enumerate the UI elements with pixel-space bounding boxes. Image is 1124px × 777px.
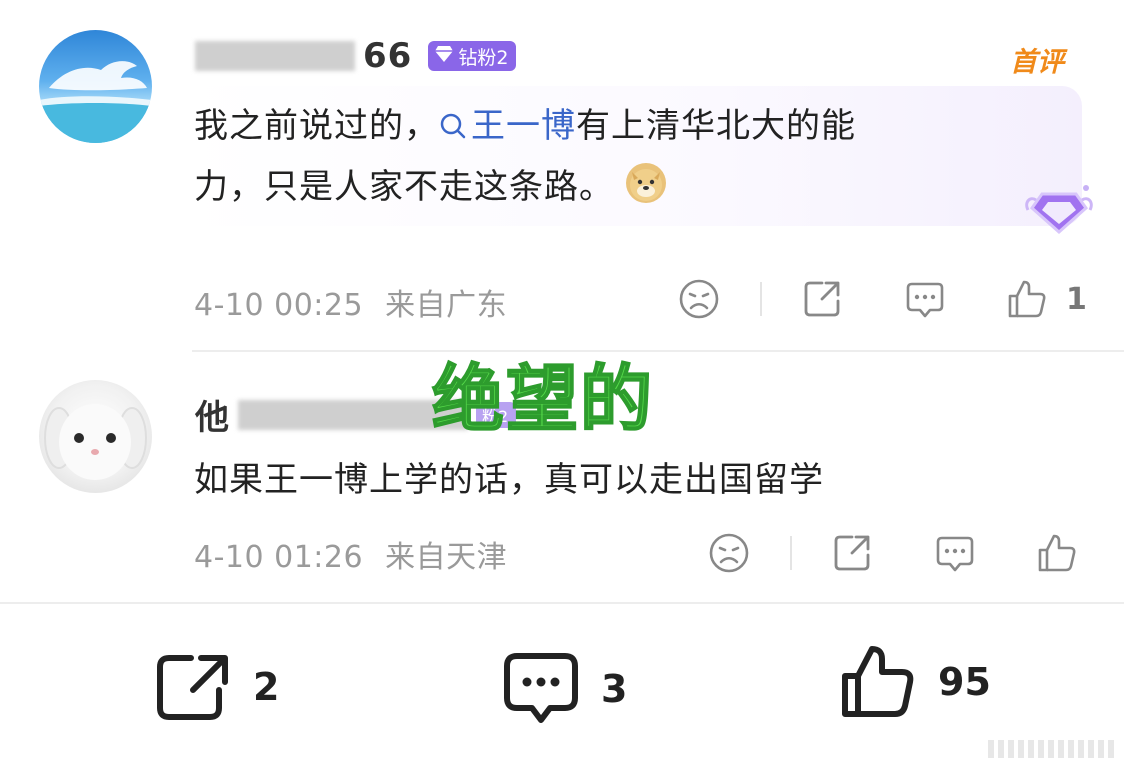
share-count: 2	[253, 665, 280, 709]
thumbs-up-icon[interactable]	[1006, 278, 1048, 320]
like-count: 1	[1066, 281, 1087, 317]
badge-label: 钻粉2	[458, 46, 509, 69]
share-icon	[155, 652, 231, 722]
whale-cloud-icon	[39, 61, 152, 143]
action-separator	[790, 536, 792, 570]
comment-1-actions: 1	[678, 278, 1087, 320]
thumbs-up-icon	[840, 644, 916, 720]
diamond-level-icon	[1022, 180, 1096, 244]
overlay-watermark-text: 绝望的	[431, 356, 655, 442]
diamond-badge-icon	[434, 45, 454, 68]
comment-2-text: 如果王一博上学的话，真可以走出国留学	[194, 460, 824, 500]
topic-link[interactable]: 王一博	[439, 106, 576, 146]
comment-1-location: 来自广东	[385, 288, 508, 323]
comment-2-actions	[708, 532, 1078, 574]
action-separator	[760, 282, 762, 316]
bunny-icon	[44, 404, 147, 480]
comment-1-username-row: 66 钻粉2	[195, 36, 517, 76]
comment-icon[interactable]	[904, 278, 946, 320]
comment-1-time: 4-10 00:25	[194, 288, 364, 323]
comment-count: 3	[601, 667, 628, 711]
comment-divider	[192, 350, 1124, 352]
footer-comment-button[interactable]: 3	[503, 652, 627, 726]
footer-divider	[0, 602, 1124, 604]
avatar[interactable]	[39, 30, 152, 143]
comment-2-time: 4-10 01:26	[194, 540, 364, 575]
comment-1-text-after: 有上清华北大的能	[576, 106, 856, 146]
thumbs-up-icon[interactable]	[1036, 532, 1078, 574]
footer-like-button[interactable]: 95	[840, 644, 991, 720]
watermark-stripe	[988, 740, 1116, 758]
username-1[interactable]: 66	[363, 36, 412, 76]
comment-1-text: 我之前说过的， 王一博有上清华北大的能 力，只是人家不走这条路。	[194, 96, 1014, 218]
comment-1-text-before: 我之前说过的，	[194, 106, 439, 146]
footer-share-button[interactable]: 2	[155, 652, 279, 722]
doge-emoji-icon	[625, 163, 666, 203]
avatar[interactable]	[39, 380, 152, 493]
first-comment-tag: 首评	[1010, 47, 1064, 78]
fan-badge-1[interactable]: 钻粉2	[428, 41, 517, 71]
like-count: 95	[938, 660, 991, 704]
dislike-face-icon[interactable]	[708, 532, 750, 574]
search-topic-icon	[440, 113, 466, 139]
comment-icon[interactable]	[934, 532, 976, 574]
topic-text: 王一博	[471, 106, 576, 146]
username-2[interactable]: 他	[195, 390, 230, 439]
share-icon[interactable]	[832, 533, 872, 573]
comment-icon	[503, 652, 579, 726]
comment-1-text-line2: 力，只是人家不走这条路。	[194, 167, 614, 207]
share-icon[interactable]	[802, 279, 842, 319]
comment-2-meta: 4-10 01:26 来自天津	[194, 532, 507, 576]
username-redacted	[195, 41, 355, 71]
dislike-face-icon[interactable]	[678, 278, 720, 320]
comment-2-location: 来自天津	[385, 540, 508, 575]
comment-1-meta: 4-10 00:25 来自广东	[194, 280, 507, 324]
